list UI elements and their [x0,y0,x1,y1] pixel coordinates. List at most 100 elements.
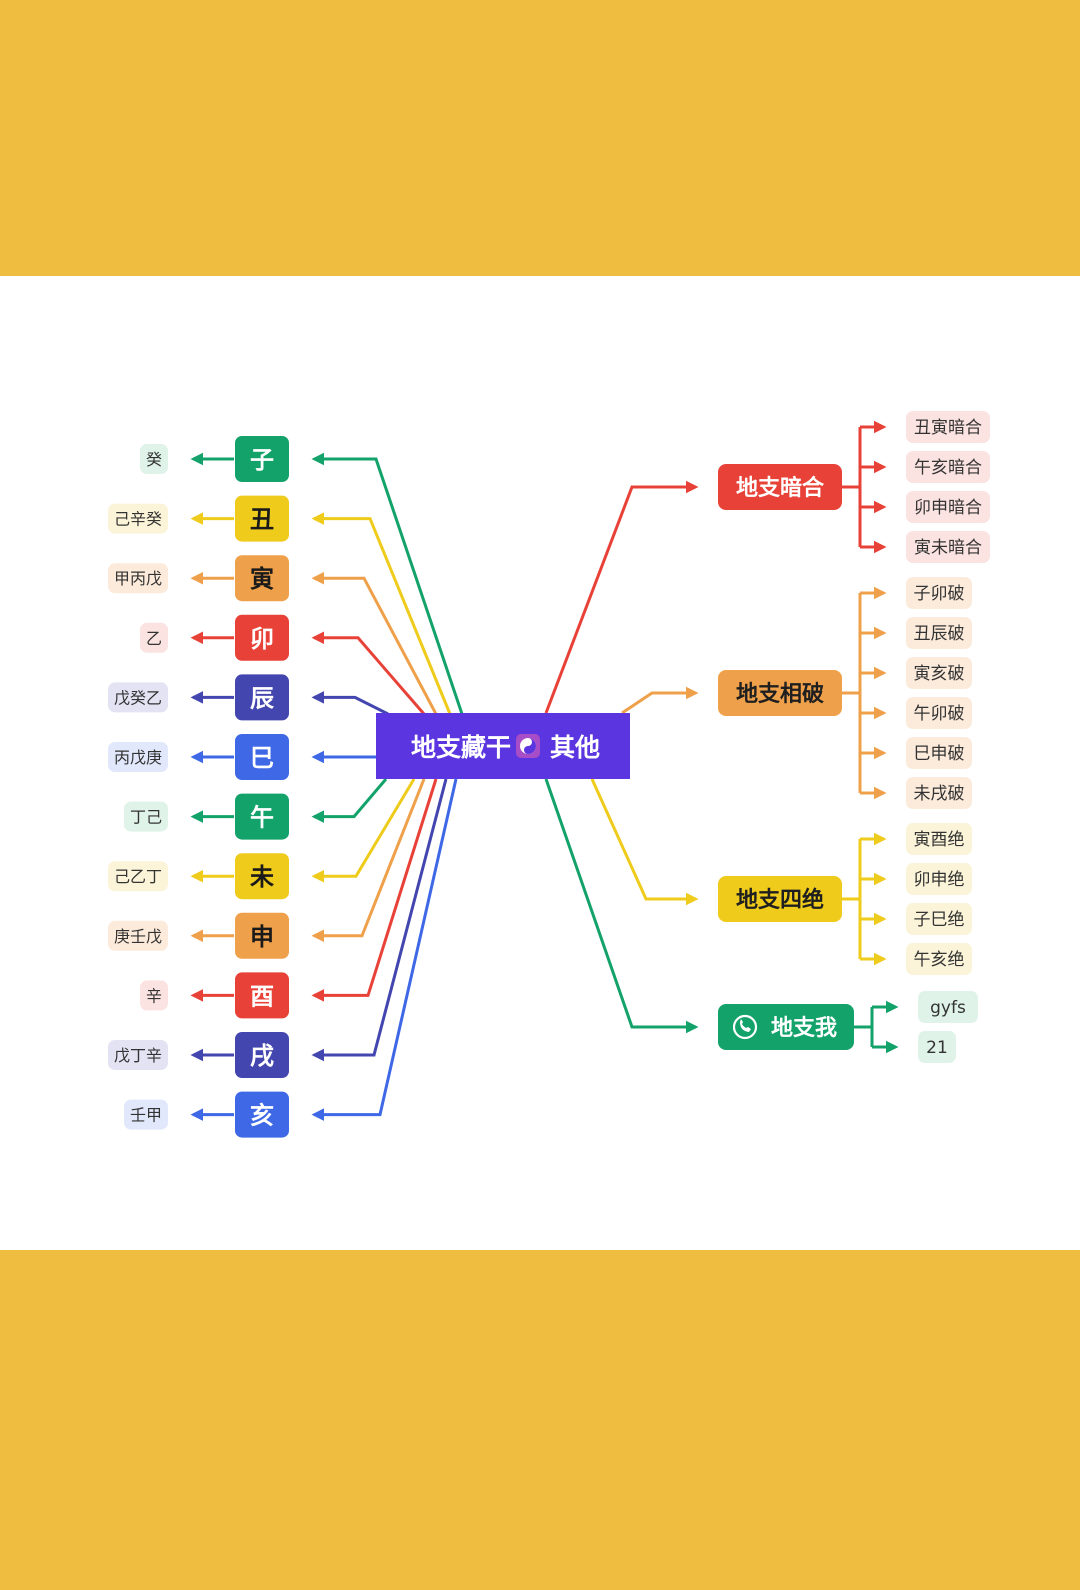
hidden-stem-label: 庚壬戊 [114,927,162,946]
group-item-label: 丑寅暗合 [914,418,982,438]
group-item-1-3[interactable]: 卯申暗合 [906,491,990,523]
group-item-4-2[interactable]: 21 [918,1031,956,1063]
branch-label: 辰 [250,684,274,712]
group-item-2-1[interactable]: 子卯破 [906,577,972,609]
hidden-stem-3[interactable]: 甲丙戊 [108,563,168,594]
group-node-3[interactable]: 地支四绝 [718,876,842,922]
group-item-label: 子卯破 [914,584,965,604]
group-item-3-3[interactable]: 子巳绝 [906,903,972,935]
group-title: 地支我 [771,1016,837,1041]
hidden-stem-label: 己乙丁 [114,867,162,886]
central-topic-suffix: 其他 [550,733,600,762]
branch-node-9[interactable]: 申 [235,912,289,959]
group-item-label: gyfs [930,998,966,1018]
hidden-stem-label: 己辛癸 [114,510,162,529]
hidden-stem-4[interactable]: 乙 [140,622,168,653]
group-item-label: 午亥绝 [914,950,965,970]
group-item-label: 寅未暗合 [914,538,982,558]
hidden-stem-9[interactable]: 庚壬戊 [108,920,168,951]
group-item-label: 午亥暗合 [914,458,982,478]
branch-node-10[interactable]: 酉 [235,972,289,1019]
branch-link [311,631,426,715]
group-item-3-2[interactable]: 卯申绝 [906,863,972,895]
branch-label: 丑 [250,506,274,534]
hidden-stem-6[interactable]: 丙戊庚 [108,742,168,772]
group-item-1-1[interactable]: 丑寅暗合 [906,411,990,443]
mind-map-canvas: 地支藏干 其他 子 癸丑 己辛癸寅 甲丙戊卯 乙辰 戊癸乙巳 丙戊庚午 丁己未 己乙丁申 庚壬戊酉 辛戌… [0,276,1080,1250]
group-item-label: 21 [926,1038,948,1058]
group-link [590,778,699,906]
group-item-1-2[interactable]: 午亥暗合 [906,451,990,483]
group-item-2-6[interactable]: 未戌破 [906,777,972,809]
branch-label: 未 [250,863,274,891]
branch-link [311,778,416,883]
group-item-2-5[interactable]: 巳申破 [906,737,972,769]
group-link [544,778,699,1034]
group-item-label: 巳申破 [914,744,965,764]
group-item-label: 子巳绝 [914,910,965,930]
mind-map: 地支藏干 其他 子 癸丑 己辛癸寅 甲丙戊卯 乙辰 戊癸乙巳 丙戊庚午 丁己未 己乙丁申 庚壬戊酉 辛戌… [108,411,990,1138]
group-node-4[interactable]: 地支我 [718,1004,854,1050]
branch-node-4[interactable]: 卯 [235,614,289,661]
branch-node-8[interactable]: 未 [235,853,289,900]
group-item-2-3[interactable]: 寅亥破 [906,657,972,689]
branch-label: 子 [250,446,274,474]
group-item-1-4[interactable]: 寅未暗合 [906,531,990,563]
branch-label: 戌 [250,1042,274,1070]
branch-label: 午 [250,804,274,832]
hidden-stem-label: 丙戊庚 [114,748,162,767]
group-item-4-1[interactable]: gyfs [918,991,978,1023]
hidden-stem-12[interactable]: 壬甲 [124,1099,168,1130]
hidden-stem-label: 癸 [146,450,162,469]
hidden-stem-10[interactable]: 辛 [140,980,168,1011]
group-item-label: 丑辰破 [914,624,965,644]
group-item-label: 寅亥破 [914,664,965,684]
hidden-stem-label: 戊癸乙 [114,688,162,707]
hidden-stem-11[interactable]: 戊丁辛 [108,1040,168,1070]
hidden-stem-label: 甲丙戊 [114,569,162,588]
central-topic[interactable]: 地支藏干 其他 [376,713,630,779]
branch-link [311,778,388,823]
group-item-2-2[interactable]: 丑辰破 [906,617,972,649]
branch-node-3[interactable]: 寅 [235,555,289,602]
hidden-stem-8[interactable]: 己乙丁 [108,861,168,892]
group-item-3-1[interactable]: 寅酉绝 [906,823,972,855]
branch-label: 申 [250,923,274,951]
branch-node-2[interactable]: 丑 [235,495,289,542]
hidden-stem-label: 戊丁辛 [114,1046,162,1065]
hidden-stem-label: 辛 [146,986,162,1005]
branch-link [311,691,389,716]
group-item-label: 卯申绝 [914,870,965,890]
branch-link [311,571,438,715]
yin-yang-icon [516,734,540,758]
branch-node-11[interactable]: 戌 [235,1032,289,1078]
group-item-3-4[interactable]: 午亥绝 [906,943,972,975]
group-title: 地支相破 [736,681,824,707]
group-node-1[interactable]: 地支暗合 [718,464,842,510]
branch-node-12[interactable]: 亥 [235,1091,289,1138]
hidden-stem-2[interactable]: 己辛癸 [108,503,168,534]
branch-node-1[interactable]: 子 [235,436,289,482]
group-item-label: 卯申暗合 [914,498,982,518]
branch-label: 巳 [250,744,274,772]
branch-node-5[interactable]: 辰 [235,674,289,721]
group-node-2[interactable]: 地支相破 [718,670,842,716]
hidden-stem-1[interactable]: 癸 [140,444,168,474]
hidden-stem-5[interactable]: 戊癸乙 [108,682,168,713]
group-item-label: 午卯破 [914,704,965,724]
group-title: 地支暗合 [736,475,825,501]
branch-label: 亥 [250,1102,274,1130]
group-item-label: 寅酉绝 [914,830,965,850]
group-item-label: 未戌破 [914,784,965,804]
branch-label: 卯 [250,625,274,653]
group-item-2-4[interactable]: 午卯破 [906,697,972,729]
group-link [621,686,699,715]
branch-node-6[interactable]: 巳 [235,734,289,780]
branch-label: 寅 [250,565,274,593]
branch-link [311,778,426,943]
branch-node-7[interactable]: 午 [235,793,289,840]
branch-link [311,452,464,715]
hidden-stem-label: 丁己 [130,808,162,827]
hidden-stem-label: 壬甲 [130,1106,162,1125]
hidden-stem-7[interactable]: 丁己 [124,801,168,832]
